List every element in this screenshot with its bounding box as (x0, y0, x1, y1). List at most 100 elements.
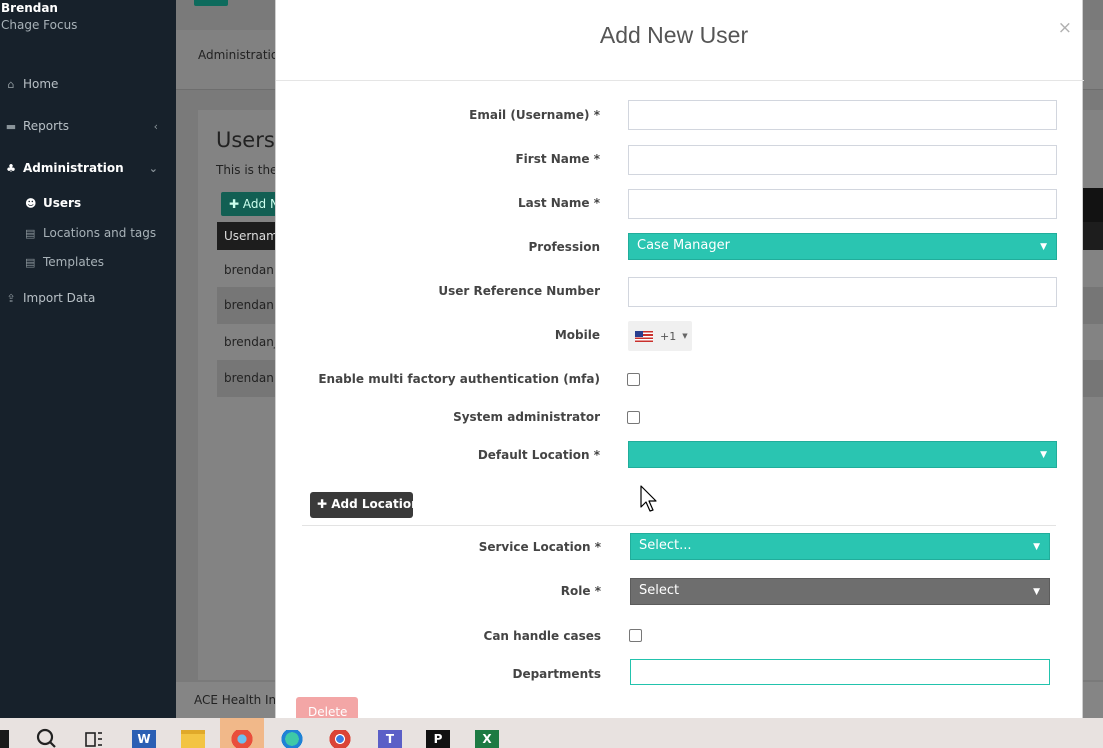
taskbar-app-explorer[interactable] (175, 718, 211, 748)
sidebar-item-label: Reports (23, 119, 70, 133)
country-code-dropdown[interactable]: +1 ▼ (628, 321, 692, 351)
taskbar-app-chrome[interactable] (322, 718, 358, 748)
departments-label: Departments (512, 667, 601, 681)
section-divider (302, 525, 1056, 526)
system-admin-checkbox[interactable] (627, 411, 640, 424)
role-value: Select (639, 583, 680, 598)
service-location-label: Service Location * (478, 540, 601, 554)
sidebar-item-label: Import Data (23, 291, 96, 305)
page-title: Users (216, 128, 275, 152)
teams-icon: T (378, 730, 402, 748)
user-name: Brendan (1, 1, 58, 15)
service-location-value: Select... (639, 538, 692, 553)
sidebar-subitem-users[interactable]: ☻ Users (25, 193, 81, 213)
sidebar-item-label: Locations and tags (43, 226, 157, 240)
role-label: Role * (560, 584, 601, 598)
document-icon: ▤ (25, 255, 36, 269)
default-location-label: Default Location * (477, 448, 600, 462)
word-icon: W (132, 730, 156, 748)
document-icon: ▤ (25, 226, 36, 240)
profession-select[interactable]: Case Manager ▼ (628, 233, 1057, 260)
caret-down-icon: ▼ (682, 332, 688, 340)
mfa-checkbox[interactable] (627, 373, 640, 386)
taskbar-app-active[interactable] (220, 718, 264, 748)
terminal-app-icon: P (426, 730, 450, 748)
first-name-label: First Name * (515, 152, 600, 166)
add-location-button[interactable]: ✚ Add Location (310, 492, 420, 518)
can-handle-cases-checkbox[interactable] (629, 629, 642, 642)
page-subtitle: This is the (216, 163, 278, 177)
taskbar-app-excel[interactable]: X (469, 718, 505, 748)
sidebar-item-label: Templates (43, 255, 105, 269)
service-location-select[interactable]: Select... ▼ (630, 533, 1050, 560)
task-view-button[interactable] (76, 718, 112, 748)
home-icon: ⌂ (7, 77, 15, 91)
default-location-select[interactable]: ▼ (628, 441, 1057, 468)
modal-header: Add New User × (276, 0, 1084, 81)
mouse-cursor-icon (640, 485, 657, 512)
breadcrumb[interactable]: Administration (198, 48, 286, 62)
chevron-left-icon: ‹ (153, 119, 158, 133)
excel-icon: X (475, 730, 499, 748)
taskbar-app-edge[interactable] (274, 718, 310, 748)
close-icon[interactable]: × (1058, 18, 1072, 38)
user-organization: Chage Focus (1, 18, 78, 32)
email-input[interactable] (628, 100, 1057, 130)
add-user-label: Add N (242, 197, 279, 211)
mfa-label: Enable multi factory authentication (mfa… (318, 372, 600, 386)
last-name-input[interactable] (628, 189, 1057, 219)
caret-down-icon: ▼ (1033, 587, 1040, 597)
delete-button[interactable]: Delete (296, 697, 358, 718)
briefcase-icon: ▬ (5, 119, 17, 133)
user-reference-input[interactable] (628, 277, 1057, 307)
can-handle-cases-label: Can handle cases (483, 629, 601, 643)
sitemap-icon: ♣ (6, 161, 16, 175)
sidebar-item-home[interactable]: ⌂ Home (0, 72, 176, 96)
chrome-icon (328, 730, 352, 748)
task-view-icon (85, 732, 102, 747)
add-user-button[interactable]: ✚ Add N (221, 192, 281, 216)
taskbar: W T P X (0, 718, 1103, 748)
system-admin-label: System administrator (453, 410, 600, 424)
sidebar-item-label: Home (23, 77, 59, 91)
taskbar-app-teams[interactable]: T (372, 718, 408, 748)
start-button[interactable] (0, 718, 16, 748)
sidebar: Brendan Chage Focus ⌂ Home ▬ Reports ‹ ♣… (0, 0, 176, 718)
caret-down-icon: ▼ (1033, 542, 1040, 552)
sidebar-item-label: Users (43, 196, 82, 210)
caret-down-icon: ▼ (1040, 242, 1047, 252)
sidebar-subitem-templates[interactable]: ▤ Templates (25, 252, 104, 272)
browser-app-icon (230, 730, 254, 748)
sidebar-item-reports[interactable]: ▬ Reports ‹ (0, 114, 176, 138)
departments-input[interactable] (630, 659, 1050, 685)
mobile-label: Mobile (554, 328, 600, 342)
role-select[interactable]: Select ▼ (630, 578, 1050, 605)
users-icon: ☻ (25, 196, 37, 210)
plus-icon: ✚ (317, 497, 328, 511)
taskbar-app-word[interactable]: W (126, 718, 162, 748)
chevron-down-icon: ⌄ (148, 161, 158, 175)
modal-title: Add New User (599, 22, 749, 48)
sidebar-item-label: Administration (23, 161, 124, 175)
sidebar-subitem-locations[interactable]: ▤ Locations and tags (25, 223, 156, 243)
search-icon (36, 728, 56, 748)
taskbar-app-terminal[interactable]: P (420, 718, 456, 748)
country-dial-code: +1 (660, 329, 677, 343)
sidebar-item-import-data[interactable]: ⇪ Import Data (0, 286, 176, 310)
windows-icon (0, 730, 9, 748)
add-user-modal: Add New User × Email (Username) * First … (275, 0, 1084, 718)
profession-value: Case Manager (637, 238, 730, 253)
edge-icon (280, 730, 304, 748)
user-reference-label: User Reference Number (438, 284, 600, 298)
last-name-label: Last Name * (517, 196, 600, 210)
profession-label: Profession (528, 240, 600, 254)
email-label: Email (Username) * (469, 108, 600, 122)
plus-icon: ✚ (229, 197, 240, 211)
taskbar-search[interactable] (28, 718, 64, 748)
sidebar-item-administration[interactable]: ♣ Administration ⌄ (0, 156, 176, 180)
first-name-input[interactable] (628, 145, 1057, 175)
folder-icon (181, 730, 205, 748)
upload-icon: ⇪ (6, 291, 16, 305)
top-action-button[interactable] (194, 0, 228, 6)
caret-down-icon: ▼ (1040, 450, 1047, 460)
